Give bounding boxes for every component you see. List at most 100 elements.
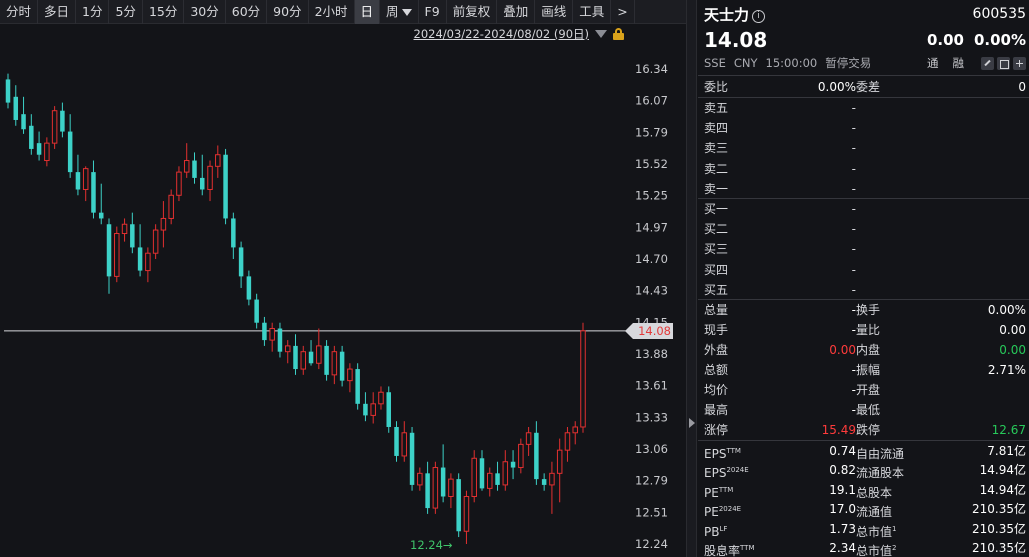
toolbar-btn-13[interactable]: 叠加 xyxy=(497,0,536,24)
edit-icon[interactable] xyxy=(981,56,994,70)
toolbar-btn-9[interactable]: 日 xyxy=(354,0,381,24)
margin-badge[interactable]: 融 xyxy=(953,55,965,71)
candle[interactable] xyxy=(223,148,228,225)
candle[interactable] xyxy=(215,145,221,178)
candle[interactable] xyxy=(130,212,135,254)
candle[interactable] xyxy=(5,73,11,109)
candle[interactable] xyxy=(145,247,151,283)
candle[interactable] xyxy=(82,166,89,202)
layout-icon[interactable] xyxy=(997,56,1010,70)
toolbar-btn-11[interactable]: F9 xyxy=(419,0,447,24)
candle[interactable] xyxy=(324,340,329,381)
candle[interactable] xyxy=(13,85,19,126)
candle[interactable] xyxy=(200,154,205,196)
candle[interactable] xyxy=(456,473,461,538)
candle[interactable] xyxy=(495,461,500,491)
candle[interactable] xyxy=(339,345,345,387)
candle[interactable] xyxy=(121,218,128,242)
candle[interactable] xyxy=(401,421,408,462)
candle[interactable] xyxy=(207,160,213,202)
candle[interactable] xyxy=(331,345,338,385)
candle[interactable] xyxy=(572,421,578,445)
candle[interactable] xyxy=(300,345,307,375)
toolbar-btn-10[interactable]: 周 xyxy=(380,0,419,24)
candle[interactable] xyxy=(36,131,42,161)
candle[interactable] xyxy=(98,183,104,225)
candle[interactable] xyxy=(91,160,96,219)
candle[interactable] xyxy=(549,461,555,514)
candle[interactable] xyxy=(394,421,399,462)
candle[interactable] xyxy=(440,444,446,503)
candle[interactable] xyxy=(417,467,423,491)
candle[interactable] xyxy=(316,328,322,370)
candle[interactable] xyxy=(183,143,190,178)
candle[interactable] xyxy=(363,392,368,422)
candle[interactable] xyxy=(106,218,112,294)
toolbar-btn-15[interactable]: 工具 xyxy=(573,0,612,24)
candle[interactable] xyxy=(269,322,275,352)
candle[interactable] xyxy=(44,137,50,167)
candle[interactable] xyxy=(525,426,532,456)
toolbar-btn-6[interactable]: 60分 xyxy=(226,0,268,24)
candle[interactable] xyxy=(432,461,439,514)
candle[interactable] xyxy=(137,224,143,277)
candle[interactable] xyxy=(580,322,586,433)
candle[interactable] xyxy=(75,154,81,196)
kline-chart-area[interactable]: 16.34 16.07 15.79 15.52 15.25 14.97 14.70 14.43… xyxy=(0,24,686,557)
add-watchlist-icon[interactable] xyxy=(1013,56,1026,70)
candle[interactable] xyxy=(448,473,454,509)
toolbar-btn-2[interactable]: 1分 xyxy=(76,0,110,24)
candle[interactable] xyxy=(409,426,415,491)
date-range-label[interactable]: 2024/03/22-2024/08/02 (90日) xyxy=(414,26,589,42)
candle[interactable] xyxy=(160,201,167,248)
candle[interactable] xyxy=(425,461,430,514)
candle[interactable] xyxy=(355,363,360,410)
toolbar-btn-4[interactable]: 15分 xyxy=(143,0,185,24)
candle[interactable] xyxy=(277,322,283,358)
candle[interactable] xyxy=(534,421,539,485)
candle[interactable] xyxy=(51,106,58,149)
toolbar-btn-8[interactable]: 2小时 xyxy=(309,0,355,24)
candle[interactable] xyxy=(231,212,236,259)
candle[interactable] xyxy=(487,467,493,497)
toolbar-btn-16[interactable]: > xyxy=(611,0,635,24)
candle[interactable] xyxy=(114,226,120,283)
toolbar-btn-7[interactable]: 90分 xyxy=(267,0,309,24)
candle[interactable] xyxy=(308,340,314,366)
candle[interactable] xyxy=(192,152,197,184)
date-range-selector[interactable]: 2024/03/22-2024/08/02 (90日) xyxy=(414,26,624,42)
candle[interactable] xyxy=(254,293,259,329)
candle[interactable] xyxy=(510,450,516,480)
candle[interactable] xyxy=(556,438,563,503)
candle[interactable] xyxy=(463,490,470,544)
candle[interactable] xyxy=(176,166,182,202)
candle[interactable] xyxy=(67,114,73,178)
dropdown-caret-icon[interactable] xyxy=(595,30,607,38)
stock-connect-badge[interactable]: 通 xyxy=(927,55,939,71)
candle[interactable] xyxy=(378,386,384,410)
toolbar-btn-5[interactable]: 30分 xyxy=(184,0,226,24)
toolbar-btn-12[interactable]: 前复权 xyxy=(447,0,498,24)
candle[interactable] xyxy=(60,102,65,138)
toolbar-btn-3[interactable]: 5分 xyxy=(109,0,143,24)
panel-divider[interactable] xyxy=(686,0,697,557)
candle[interactable] xyxy=(152,224,159,259)
info-icon[interactable]: i xyxy=(752,9,766,23)
candle[interactable] xyxy=(29,114,34,155)
candle[interactable] xyxy=(347,363,353,393)
lock-icon[interactable] xyxy=(613,28,624,40)
candle[interactable] xyxy=(386,386,391,433)
toolbar-btn-0[interactable]: 分时 xyxy=(0,0,39,24)
candle[interactable] xyxy=(541,473,547,491)
candle[interactable] xyxy=(238,241,244,288)
candle[interactable] xyxy=(168,189,174,225)
candle[interactable] xyxy=(293,334,298,375)
dropdown-caret-icon[interactable] xyxy=(401,8,412,16)
candle[interactable] xyxy=(284,340,291,364)
candle[interactable] xyxy=(246,270,252,306)
candle[interactable] xyxy=(564,426,571,462)
candle[interactable] xyxy=(471,450,477,503)
toolbar-btn-14[interactable]: 画线 xyxy=(535,0,574,24)
candlestick-chart[interactable]: 16.34 16.07 15.79 15.52 15.25 14.97 14.70 14.43… xyxy=(0,24,686,557)
collapse-arrow-icon[interactable] xyxy=(689,418,695,428)
